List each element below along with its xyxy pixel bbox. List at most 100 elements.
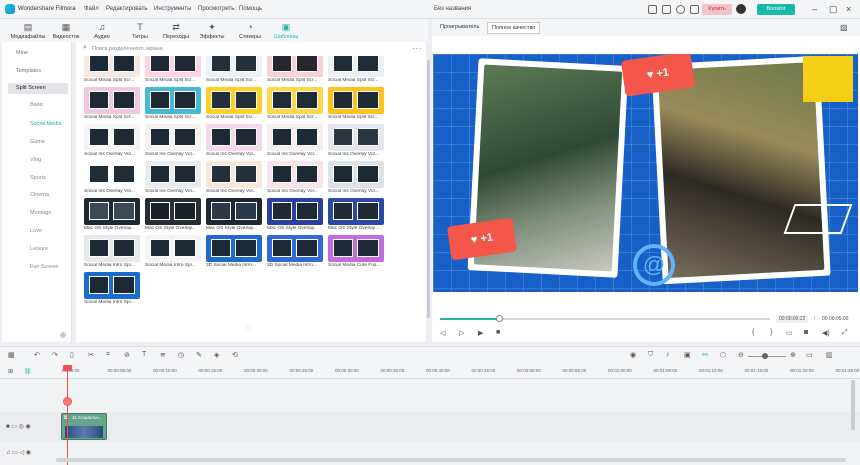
template-thumbnail[interactable] [267,161,323,188]
sidebar-sub-fun-screen[interactable]: Fun Screen [30,264,58,270]
panel-icon[interactable]: ▥ [826,351,833,359]
close-icon[interactable]: × [846,4,851,14]
template-thumbnail[interactable] [84,235,140,262]
mark-in-icon[interactable]: { [752,329,754,336]
playhead[interactable] [63,365,72,465]
redo-icon[interactable]: ↷ [52,351,58,359]
cloud-icon[interactable] [676,5,685,14]
stop-icon[interactable]: ■ [496,329,500,336]
template-thumbnail[interactable] [145,161,201,188]
microphone-icon[interactable]: ♪ [666,351,670,358]
template-thumbnail[interactable] [84,272,140,299]
template-thumbnail[interactable] [84,198,140,225]
template-thumbnail[interactable] [267,56,323,77]
template-thumbnail[interactable] [328,87,384,114]
volume-icon[interactable]: ◀) [822,329,830,337]
menu-tools[interactable]: Инструменты [154,6,191,12]
template-thumbnail[interactable] [206,56,262,77]
timeline-horizontal-scrollbar[interactable] [56,458,846,462]
motion-icon[interactable]: ⟲ [232,351,238,359]
layout-icon[interactable]: ▦ [8,351,15,359]
progress-knob[interactable] [496,315,504,322]
adjust-icon[interactable]: ≋ [160,351,166,359]
tool-stock[interactable]: ▦ Видеосток [46,19,86,42]
save-icon[interactable] [662,5,671,14]
render-preview-icon[interactable]: ◉ [630,351,636,359]
tool-effects[interactable]: ✦ Эффекты [192,19,232,42]
voiceover-icon[interactable]: ▣ [684,351,691,359]
tool-transitions[interactable]: ⇄ Переходы [156,19,196,42]
template-thumbnail[interactable] [206,124,262,151]
menu-edit[interactable]: Редактировать [106,6,147,12]
template-thumbnail[interactable] [328,161,384,188]
render-icon[interactable]: ▭ [786,329,793,337]
template-thumbnail[interactable] [206,161,262,188]
sidebar-sub-vlog[interactable]: Vlog [30,157,41,163]
template-thumbnail[interactable] [145,235,201,262]
sidebar-sub-cinema[interactable]: Cinema [30,192,49,198]
template-thumbnail[interactable] [84,124,140,151]
sidebar-item-mine[interactable]: Mine [8,48,68,59]
sidebar-sub-leisure[interactable]: Leisure [30,246,48,252]
collapse-sidebar-icon[interactable] [60,332,66,338]
tool-templates[interactable]: ▣ Шаблоны [266,19,306,42]
template-thumbnail[interactable] [206,198,262,225]
fit-icon[interactable]: ▭ [806,351,813,359]
sidebar-sub-social-media[interactable]: Social Media [30,121,62,127]
cut-icon[interactable]: ✂ [88,351,94,359]
template-thumbnail[interactable] [328,124,384,151]
avatar[interactable] [736,4,746,14]
more-options-icon[interactable]: ··· [412,44,423,53]
tool-stickers[interactable]: ◔ Стикеры [230,19,270,42]
sidebar-sub-love[interactable]: Love [30,228,42,234]
tool-titles[interactable]: T Титры [120,19,160,42]
sidebar-item-templates[interactable]: Templates [8,66,68,77]
template-thumbnail[interactable] [145,87,201,114]
delete-icon[interactable]: ▯ [70,351,74,359]
tab-player[interactable]: Проигрыватель [440,24,479,30]
template-thumbnail[interactable] [267,235,323,262]
prev-frame-icon[interactable]: ◁ [440,329,445,337]
menu-file[interactable]: Файл [84,6,99,12]
ai-icon[interactable]: ⬡ [720,351,726,359]
template-thumbnail[interactable] [84,161,140,188]
template-thumbnail[interactable] [328,56,384,77]
text-tool-icon[interactable]: T [142,351,146,358]
mark-out-icon[interactable]: } [770,329,772,336]
link-icon[interactable]: ⛓ [24,368,32,375]
template-thumbnail[interactable] [328,235,384,262]
add-track-icon[interactable]: ⊞ [8,368,13,375]
boost-button[interactable]: Boostor [757,4,795,15]
disable-icon[interactable]: ⊘ [124,351,130,359]
crop-icon[interactable]: ⌗ [106,351,110,359]
zoom-out-icon[interactable]: ⊖ [738,351,744,359]
monitor-icon[interactable] [648,5,657,14]
tool-audio[interactable]: ♫ Аудио [82,19,122,42]
video-preview[interactable]: ♥ +1 ♥ +1 @ [433,54,858,292]
keyframe-icon[interactable]: ◈ [214,351,219,359]
sidebar-sub-game[interactable]: Game [30,139,45,145]
template-thumbnail[interactable] [267,87,323,114]
undo-icon[interactable]: ↶ [34,351,40,359]
sidebar-sub-basic[interactable]: Basic [30,102,43,108]
search-input[interactable]: Поиск разделенного экрана [92,46,163,52]
play-icon[interactable]: ▶ [478,329,483,337]
tool-media[interactable]: ▤ Медиафайлы [8,19,48,42]
sidebar-item-split-screen[interactable]: Split Screen [8,83,68,94]
template-thumbnail[interactable] [145,56,201,77]
template-thumbnail[interactable] [145,124,201,151]
gift-icon[interactable] [690,5,699,14]
template-thumbnail[interactable] [145,198,201,225]
template-thumbnail[interactable] [84,56,140,77]
minimize-icon[interactable]: – [812,4,817,14]
speed-icon[interactable]: ◷ [178,351,184,359]
template-thumbnail[interactable] [267,198,323,225]
sidebar-sub-montage[interactable]: Montage [30,210,51,216]
grid-scrollbar[interactable] [427,60,430,318]
template-thumbnail[interactable] [328,198,384,225]
template-thumbnail[interactable] [267,124,323,151]
sidebar-sub-sports[interactable]: Sports [30,175,46,181]
split-scissor-icon[interactable] [63,397,72,406]
shield-icon[interactable]: ⛉ [648,351,653,359]
buy-button[interactable]: Купить [702,4,732,15]
